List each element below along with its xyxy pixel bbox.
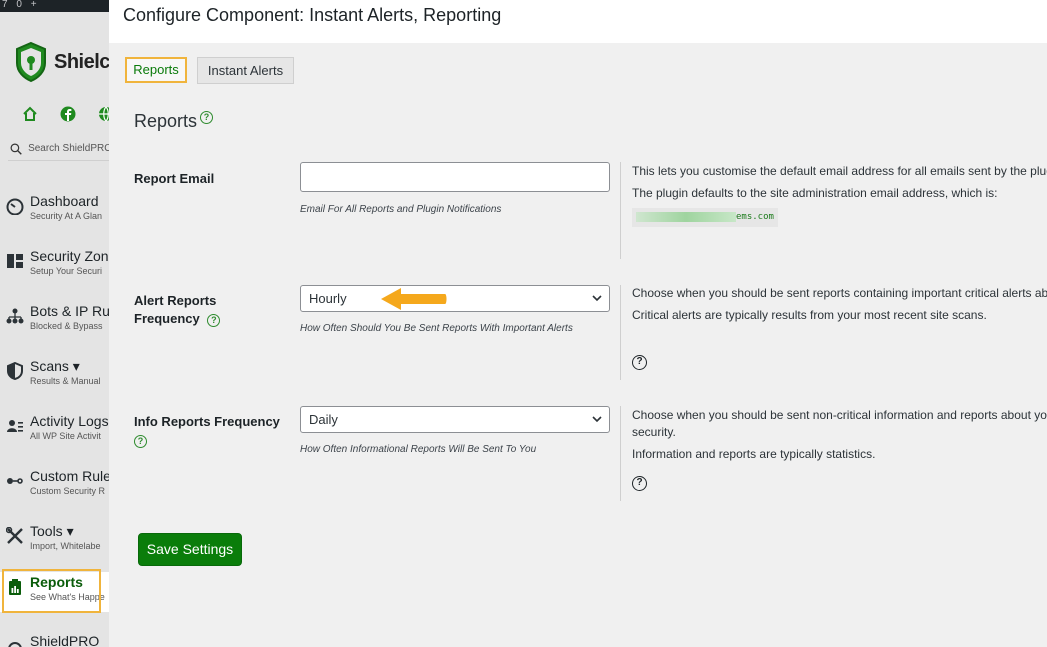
alert-frequency-note: How Often Should You Be Sent Reports Wit… bbox=[300, 323, 573, 334]
divider bbox=[620, 406, 621, 501]
alert-frequency-value: Hourly bbox=[309, 291, 347, 306]
sidebar-item-label: Security Zone bbox=[30, 248, 110, 264]
info-frequency-note: How Often Informational Reports Will Be … bbox=[300, 444, 537, 455]
reports-highlight-box bbox=[2, 569, 101, 613]
divider bbox=[620, 162, 621, 259]
report-email-input[interactable] bbox=[300, 162, 610, 192]
arrow-pointer-icon bbox=[381, 288, 447, 310]
shield-half-icon bbox=[7, 362, 23, 380]
network-icon bbox=[6, 308, 24, 324]
sidebar-search[interactable]: Search ShieldPRO bbox=[8, 137, 110, 161]
search-placeholder: Search ShieldPRO bbox=[28, 143, 110, 154]
redacted-email bbox=[636, 211, 736, 222]
sidebar-item-label: Tools ▾ bbox=[30, 523, 74, 539]
sidebar-item-label: Custom Rule bbox=[30, 468, 110, 484]
alert-frequency-select[interactable]: Hourly bbox=[300, 285, 610, 312]
sidebar-item-sublabel: All WP Site Activit bbox=[30, 431, 101, 441]
person-list-icon bbox=[7, 420, 23, 432]
sidebar-item-tools[interactable]: Tools ▾ Import, Whitelabe bbox=[0, 521, 110, 561]
alert-frequency-info-icon[interactable]: ? bbox=[632, 355, 647, 370]
divider bbox=[620, 285, 621, 380]
shield-icon bbox=[16, 41, 46, 83]
tools-icon bbox=[6, 527, 23, 544]
description-line: Information and reports are typically st… bbox=[632, 447, 876, 461]
grid-icon bbox=[7, 254, 23, 268]
sidebar-item-shieldpro[interactable]: ShieldPRO bbox=[0, 631, 110, 647]
description-line: Choose when you should be sent non-criti… bbox=[632, 408, 1047, 439]
info-frequency-value: Daily bbox=[309, 412, 338, 427]
admin-email-visible: ems.com bbox=[736, 212, 774, 222]
modal-header: Configure Component: Instant Alerts, Rep… bbox=[109, 0, 1047, 43]
description-line: Choose when you should be sent reports c… bbox=[632, 286, 1047, 300]
alert-frequency-help-icon[interactable]: ? bbox=[207, 314, 221, 327]
search-icon bbox=[10, 142, 22, 155]
info-frequency-description: Choose when you should be sent non-criti… bbox=[632, 407, 1047, 468]
tab-reports[interactable]: Reports bbox=[125, 57, 187, 83]
sidebar-item-label: ShieldPRO bbox=[30, 633, 100, 647]
node-link-icon bbox=[7, 478, 23, 484]
chevron-down-icon bbox=[592, 416, 602, 423]
gauge-icon bbox=[6, 198, 24, 215]
sidebar-item-sublabel: Custom Security R bbox=[30, 486, 106, 496]
chevron-down-icon bbox=[592, 295, 602, 302]
sidebar-item-sublabel: Import, Whitelabe bbox=[30, 541, 101, 551]
alert-frequency-description: Choose when you should be sent reports c… bbox=[632, 285, 1047, 329]
info-frequency-select[interactable]: Daily bbox=[300, 406, 610, 433]
sidebar-item-scans[interactable]: Scans ▾ Results & Manual bbox=[0, 356, 110, 396]
tab-instant-alerts[interactable]: Instant Alerts bbox=[197, 57, 294, 84]
admin-email-value: ems.com bbox=[632, 208, 778, 227]
updates-count[interactable]: 7 bbox=[2, 0, 8, 10]
brand-name: Shielc bbox=[54, 50, 110, 73]
report-email-description: This lets you customise the default emai… bbox=[632, 163, 1047, 227]
alert-reports-frequency-label: Alert Reports Frequency ? bbox=[134, 292, 254, 328]
sidebar-item-dashboard[interactable]: Dashboard Security At A Glan bbox=[0, 191, 110, 231]
report-email-label: Report Email bbox=[134, 171, 215, 186]
sidebar-item-security-zones[interactable]: Security Zone Setup Your Securi bbox=[0, 246, 110, 286]
sidebar-item-label: Bots & IP Ru bbox=[30, 303, 110, 319]
info-frequency-info-icon[interactable]: ? bbox=[632, 476, 647, 491]
new-content-icon[interactable]: + bbox=[31, 0, 37, 10]
modal-title: Configure Component: Instant Alerts, Rep… bbox=[123, 5, 502, 25]
alert-reports-frequency-text: Alert Reports Frequency bbox=[134, 293, 217, 326]
sidebar-item-sublabel: Results & Manual bbox=[30, 376, 101, 386]
configure-modal: Configure Component: Instant Alerts, Rep… bbox=[109, 0, 1047, 647]
description-line: The plugin defaults to the site administ… bbox=[632, 186, 998, 200]
home-icon[interactable] bbox=[22, 106, 38, 122]
sidebar-item-activity-logs[interactable]: Activity Logs All WP Site Activit bbox=[0, 411, 110, 451]
section-title: Reports bbox=[134, 111, 198, 131]
circle-icon bbox=[8, 642, 22, 647]
section-help-icon[interactable]: ? bbox=[200, 111, 213, 124]
shield-logo[interactable]: Shielc bbox=[14, 40, 110, 84]
admin-sidebar: 7 0 + Shielc Search ShieldPRO Dashboard … bbox=[0, 0, 110, 647]
description-line: This lets you customise the default emai… bbox=[632, 164, 1047, 178]
description-line: Critical alerts are typically results fr… bbox=[632, 308, 987, 322]
sidebar-item-sublabel: Security At A Glan bbox=[30, 211, 103, 221]
info-reports-frequency-text: Info Reports Frequency bbox=[134, 414, 280, 429]
info-reports-frequency-label: Info Reports Frequency ? bbox=[134, 413, 284, 449]
comments-count[interactable]: 0 bbox=[16, 0, 22, 10]
report-email-note: Email For All Reports and Plugin Notific… bbox=[300, 204, 502, 215]
admin-bar: 7 0 + bbox=[0, 0, 110, 12]
info-frequency-help-icon[interactable]: ? bbox=[134, 435, 147, 448]
facebook-icon[interactable] bbox=[60, 106, 76, 122]
sidebar-item-label: Dashboard bbox=[30, 193, 99, 209]
sidebar-item-sublabel: Blocked & Bypass bbox=[30, 321, 103, 331]
sidebar-item-label: Activity Logs bbox=[30, 413, 109, 429]
sidebar-item-bots-ip-rules[interactable]: Bots & IP Ru Blocked & Bypass bbox=[0, 301, 110, 341]
save-settings-button[interactable]: Save Settings bbox=[138, 533, 242, 566]
social-links bbox=[22, 106, 110, 122]
sidebar-item-custom-rules[interactable]: Custom Rule Custom Security R bbox=[0, 466, 110, 506]
sidebar-item-label: Scans ▾ bbox=[30, 358, 80, 374]
sidebar-item-sublabel: Setup Your Securi bbox=[30, 266, 103, 276]
